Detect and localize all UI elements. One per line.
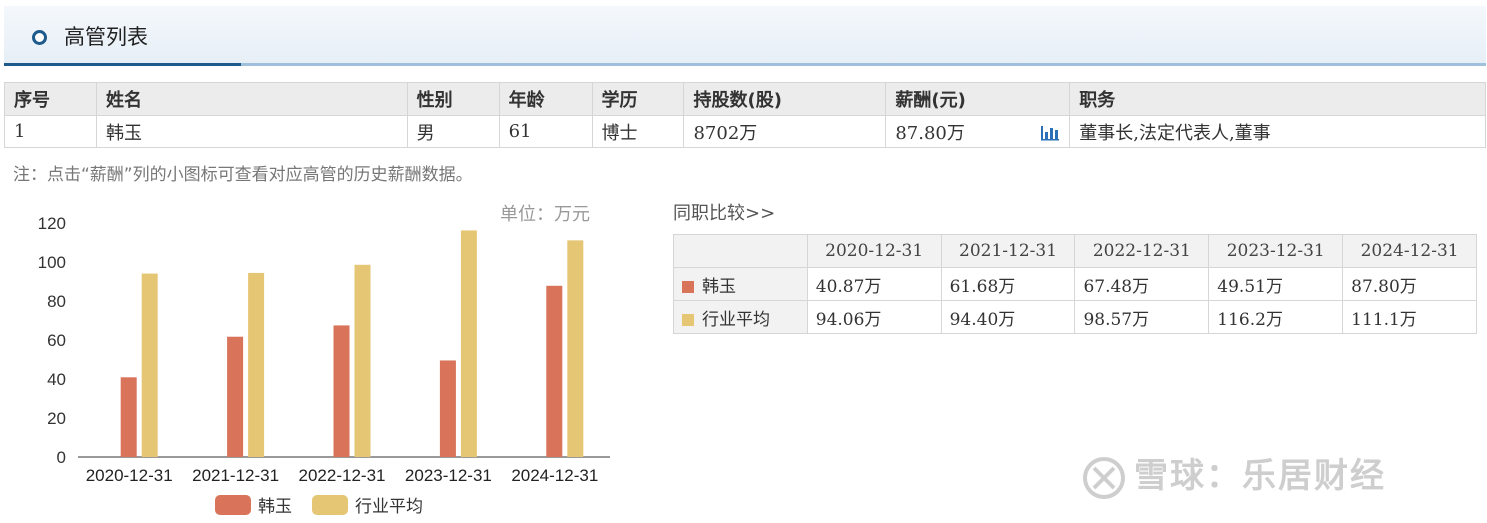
bar-series2 (141, 273, 158, 457)
series-swatch (682, 313, 694, 326)
col-header-name[interactable]: 姓名 (95, 82, 408, 116)
bar-series1 (546, 285, 563, 457)
salary-value: 87.80万 (895, 122, 965, 144)
cell-education: 博士 (591, 115, 685, 148)
compare-header-blank (673, 234, 808, 268)
x-tick-label: 2023-12-31 (405, 466, 492, 485)
col-header-age[interactable]: 年龄 (498, 82, 593, 116)
col-header-shares[interactable]: 持股数(股) (683, 82, 887, 116)
y-tick-label: 100 (38, 253, 66, 272)
bullet-circle-icon (32, 30, 47, 45)
y-tick-label: 40 (47, 370, 66, 389)
y-tick-label: 120 (38, 214, 66, 233)
watermark-text: 雪球：乐居财经 (1134, 456, 1386, 496)
salary-note: 注：点击“薪酬”列的小图标可查看对应高管的历史薪酬数据。 (13, 165, 473, 185)
table-header-row: 序号 姓名 性别 年龄 学历 持股数(股) 薪酬(元) 职务 (4, 82, 1486, 116)
legend-swatch (215, 495, 251, 515)
compare-row-label: 行业平均 (673, 300, 808, 334)
table-row: 韩玉 40.87万 61.68万 67.48万 49.51万 87.80万 (673, 267, 1477, 301)
y-tick-label: 80 (47, 292, 66, 311)
compare-year-header: 2020-12-31 (806, 234, 942, 268)
compare-cell: 98.57万 (1074, 300, 1210, 334)
cell-index: 1 (4, 115, 97, 148)
compare-cell: 94.06万 (806, 300, 942, 334)
compare-year-header: 2023-12-31 (1208, 234, 1344, 268)
section-title: 高管列表 (64, 25, 148, 49)
compare-table: 2020-12-31 2021-12-31 2022-12-31 2023-12… (673, 234, 1477, 334)
cell-salary: 87.80万 (885, 115, 1071, 148)
table-row: 1 韩玉 男 61 博士 8702万 87.80万 董事长,法定代表人,董事 (4, 115, 1486, 148)
compare-cell: 94.40万 (940, 300, 1076, 334)
watermark: 雪球：乐居财经 (1082, 448, 1386, 500)
y-tick-label: 20 (47, 409, 66, 428)
compare-label-text: 韩玉 (702, 276, 736, 297)
header-underline-accent (4, 63, 241, 66)
compare-cell: 61.68万 (940, 267, 1076, 301)
compare-label-text: 行业平均 (702, 309, 770, 330)
compare-year-header: 2024-12-31 (1342, 234, 1477, 268)
cell-position: 董事长,法定代表人,董事 (1069, 115, 1486, 148)
col-header-gender[interactable]: 性别 (406, 82, 500, 116)
compare-row-label: 韩玉 (673, 267, 808, 301)
compare-cell: 67.48万 (1074, 267, 1210, 301)
section-header: 高管列表 (4, 6, 1486, 66)
legend-label: 行业平均 (355, 497, 423, 517)
cell-gender: 男 (406, 115, 500, 148)
xueqiu-logo-icon (1083, 456, 1125, 499)
series-swatch (682, 280, 694, 293)
compare-header-row: 2020-12-31 2021-12-31 2022-12-31 2023-12… (673, 234, 1477, 268)
bar-series1 (439, 360, 456, 457)
compare-cell: 49.51万 (1208, 267, 1344, 301)
compare-cell: 40.87万 (806, 267, 942, 301)
bar-series1 (227, 336, 244, 457)
bar-series2 (567, 240, 584, 457)
cell-name: 韩玉 (95, 115, 408, 148)
bar-series2 (460, 230, 477, 457)
salary-bar-chart: 0 20 40 60 80 100 120 2020-12-31 2021-12-31 2022-… (38, 214, 610, 517)
y-tick-label: 0 (57, 448, 66, 467)
x-tick-label: 2020-12-31 (86, 466, 173, 485)
executive-table: 序号 姓名 性别 年龄 学历 持股数(股) 薪酬(元) 职务 1 韩玉 男 61… (4, 82, 1486, 148)
y-tick-label: 60 (47, 331, 66, 350)
cell-age: 61 (498, 115, 593, 148)
compare-year-header: 2021-12-31 (940, 234, 1076, 268)
cell-shares: 8702万 (683, 115, 887, 148)
bar-series2 (248, 272, 265, 457)
legend-label: 韩玉 (258, 497, 292, 517)
compare-cell: 87.80万 (1342, 267, 1477, 301)
compare-cell: 116.2万 (1208, 300, 1344, 334)
bar-series2 (354, 264, 371, 457)
compare-cell: 111.1万 (1342, 300, 1477, 334)
x-tick-label: 2022-12-31 (299, 466, 386, 485)
col-header-salary[interactable]: 薪酬(元) (885, 82, 1071, 116)
table-row: 行业平均 94.06万 94.40万 98.57万 116.2万 111.1万 (673, 300, 1477, 334)
x-tick-label: 2024-12-31 (511, 466, 598, 485)
col-header-index[interactable]: 序号 (4, 82, 97, 116)
legend-swatch (312, 495, 348, 515)
bar-series1 (333, 325, 350, 457)
bar-series1 (120, 377, 137, 457)
compare-year-header: 2022-12-31 (1074, 234, 1210, 268)
col-header-position[interactable]: 职务 (1069, 82, 1486, 116)
col-header-education[interactable]: 学历 (591, 82, 685, 116)
x-tick-label: 2021-12-31 (192, 466, 279, 485)
compare-link[interactable]: 同职比较>> (673, 199, 775, 225)
bar-chart-icon[interactable] (1040, 123, 1060, 141)
